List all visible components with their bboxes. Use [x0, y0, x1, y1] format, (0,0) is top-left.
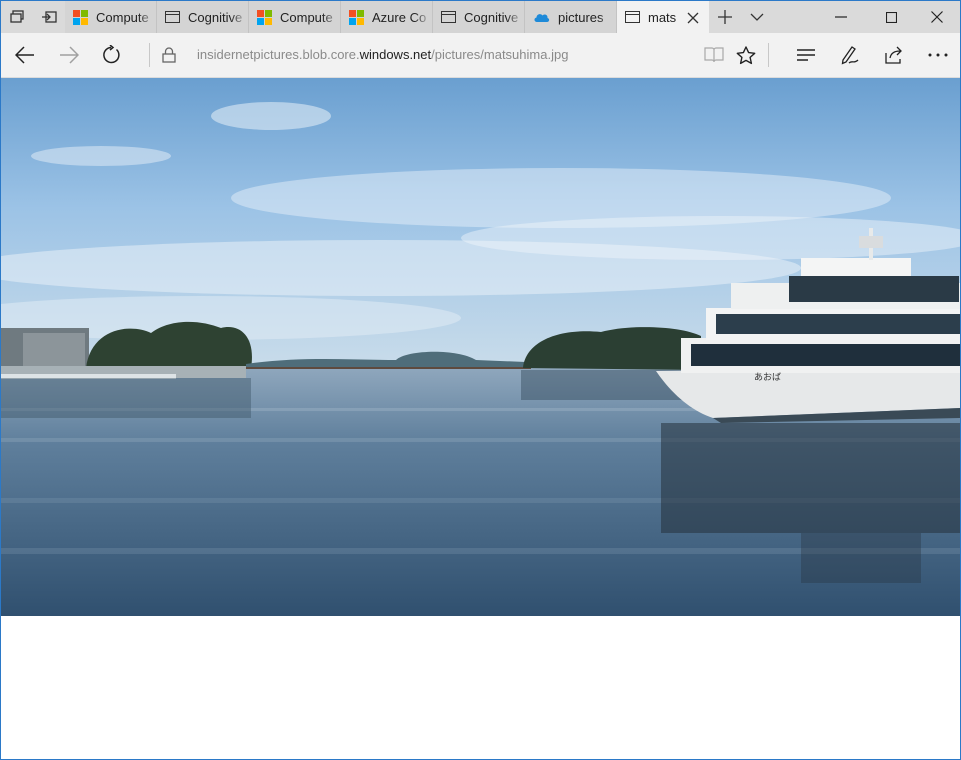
- tab-bar: Compute Cognitive Compute Azure Co Cogni…: [1, 1, 960, 33]
- close-window-icon[interactable]: [912, 1, 960, 33]
- cloud-icon: [533, 11, 550, 23]
- page-icon: [625, 11, 640, 23]
- tab-label: mats: [648, 9, 677, 25]
- address-domain: windows.net: [359, 47, 432, 62]
- tab-6[interactable]: pictures: [525, 1, 617, 33]
- back-arrow-icon[interactable]: [9, 39, 41, 71]
- new-tab-icon[interactable]: [709, 1, 741, 33]
- forward-arrow-icon[interactable]: [53, 39, 85, 71]
- harbor-photo: あおば: [1, 78, 960, 616]
- favorite-star-icon[interactable]: [730, 39, 762, 71]
- tab-5[interactable]: Cognitive: [433, 1, 525, 33]
- chevron-down-icon[interactable]: [741, 1, 773, 33]
- reading-view-icon[interactable]: [698, 39, 730, 71]
- microsoft-logo-icon: [73, 9, 88, 25]
- web-note-pen-icon[interactable]: [834, 39, 866, 71]
- navigation-bar: insidernetpictures.blob.core.windows.net…: [1, 33, 960, 78]
- microsoft-logo-icon: [349, 9, 364, 25]
- minimize-icon[interactable]: [816, 1, 866, 33]
- tab-label: pictures: [558, 9, 604, 25]
- tab-preview-icon[interactable]: [33, 1, 65, 33]
- hub-menu-icon[interactable]: [790, 39, 822, 71]
- tab-1[interactable]: Compute: [65, 1, 157, 33]
- browser-window: Compute Cognitive Compute Azure Co Cogni…: [0, 0, 961, 760]
- lock-icon: [153, 39, 185, 71]
- refresh-icon[interactable]: [95, 39, 127, 71]
- set-aside-tabs-icon[interactable]: [1, 1, 33, 33]
- maximize-icon[interactable]: [866, 1, 916, 33]
- page-icon: [165, 11, 180, 23]
- address-bar[interactable]: insidernetpictures.blob.core.windows.net…: [197, 47, 568, 62]
- close-tab-icon[interactable]: [687, 11, 699, 24]
- page-content: あおば: [1, 78, 960, 759]
- tab-4[interactable]: Azure Co: [341, 1, 433, 33]
- microsoft-logo-icon: [257, 9, 272, 25]
- tab-7-active[interactable]: mats: [617, 1, 709, 33]
- boat-name-text: あおば: [754, 372, 781, 383]
- tab-3[interactable]: Compute: [249, 1, 341, 33]
- address-path: /pictures/matsuhima.jpg: [431, 47, 569, 62]
- address-prefix: insidernetpictures.blob.core.: [197, 47, 360, 62]
- more-options-icon[interactable]: [922, 39, 954, 71]
- share-icon[interactable]: [878, 39, 910, 71]
- tab-2[interactable]: Cognitive: [157, 1, 249, 33]
- page-icon: [441, 11, 456, 23]
